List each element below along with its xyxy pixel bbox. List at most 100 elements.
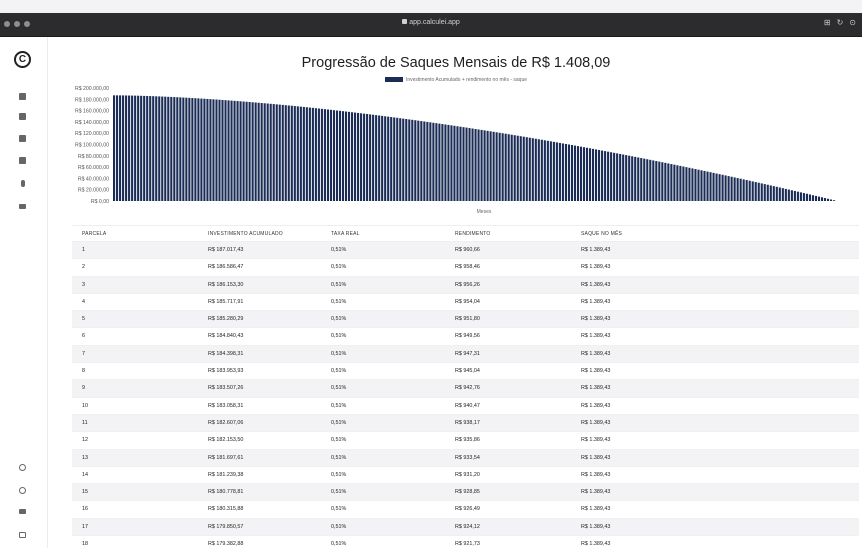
chart-bar[interactable]	[552, 141, 555, 201]
chart-bar[interactable]	[682, 166, 685, 201]
chart-bar[interactable]	[531, 138, 534, 201]
chart-bar[interactable]	[278, 104, 281, 201]
chart-bar[interactable]	[513, 135, 516, 201]
chart-bar[interactable]	[570, 145, 574, 201]
chart-bar[interactable]	[218, 99, 221, 201]
chart-bar[interactable]	[381, 115, 384, 201]
chart-bar[interactable]	[745, 180, 748, 201]
chart-bar[interactable]	[116, 95, 119, 201]
chart-bar[interactable]	[341, 111, 345, 201]
chart-bar[interactable]	[134, 95, 137, 201]
chart-bar[interactable]	[360, 113, 363, 201]
chart-bar[interactable]	[778, 187, 781, 202]
chart-bar[interactable]	[625, 155, 628, 201]
chart-bar[interactable]	[185, 97, 188, 201]
chart-bar[interactable]	[601, 150, 604, 201]
chart-bar[interactable]	[194, 98, 197, 201]
chart-bar[interactable]	[480, 129, 483, 201]
chart-bar[interactable]	[242, 101, 245, 201]
extensions-icon[interactable]: ⊞	[824, 18, 831, 27]
chart-bar[interactable]	[203, 98, 206, 201]
chart-bar[interactable]	[703, 170, 706, 201]
chart-bar[interactable]	[179, 97, 182, 201]
chart-bar[interactable]	[537, 139, 540, 201]
chart-bar[interactable]	[781, 188, 784, 201]
chart-bar[interactable]	[396, 117, 399, 201]
chart-bar[interactable]	[616, 153, 619, 201]
chart-bar[interactable]	[215, 99, 218, 201]
address-bar[interactable]: app.calculei.app	[0, 19, 862, 26]
chart-bar[interactable]	[456, 126, 459, 201]
chart-bar[interactable]	[408, 119, 411, 201]
chart-bar[interactable]	[260, 103, 263, 201]
chart-bar[interactable]	[329, 109, 333, 201]
whatsapp-icon[interactable]	[19, 487, 26, 494]
chart-bar[interactable]	[766, 184, 769, 201]
chart-bar[interactable]	[649, 159, 652, 201]
chart-bar[interactable]	[591, 148, 595, 201]
chart-bar[interactable]	[450, 125, 453, 201]
calculator-icon[interactable]	[19, 113, 26, 120]
chart-bar[interactable]	[363, 113, 366, 201]
chart-bar[interactable]	[453, 125, 456, 201]
chart-bar[interactable]	[754, 182, 757, 201]
chart-bar[interactable]	[122, 95, 125, 201]
chart-bar[interactable]	[742, 179, 745, 201]
chart-bar[interactable]	[588, 148, 592, 201]
chart-bar[interactable]	[119, 95, 122, 201]
chart-bar[interactable]	[724, 175, 727, 201]
chart-bar[interactable]	[155, 96, 158, 201]
chart-bar[interactable]	[224, 100, 227, 201]
chart-bar[interactable]	[149, 96, 152, 201]
chart-bar[interactable]	[619, 153, 622, 201]
chart-bar[interactable]	[152, 96, 155, 201]
chart-bar[interactable]	[441, 124, 444, 201]
chart-bar[interactable]	[510, 134, 513, 201]
chart-bar[interactable]	[784, 188, 787, 201]
chart-bar[interactable]	[622, 154, 625, 201]
chart-bar[interactable]	[299, 106, 302, 201]
chart-bar[interactable]	[661, 162, 664, 201]
download-icon[interactable]: ⊙	[849, 18, 856, 27]
chart-bar[interactable]	[281, 104, 284, 201]
chart-bar[interactable]	[763, 184, 766, 201]
chart-bar[interactable]	[308, 107, 311, 201]
chart-bar[interactable]	[579, 146, 583, 201]
chart-bar[interactable]	[435, 123, 438, 201]
user-circle-icon[interactable]	[19, 464, 26, 471]
chart-bar[interactable]	[598, 149, 601, 201]
chart-bar[interactable]	[305, 107, 308, 201]
chart-bar[interactable]	[712, 172, 715, 201]
chart-bar[interactable]	[131, 95, 134, 201]
chart-bar[interactable]	[266, 103, 269, 201]
chart-bar[interactable]	[522, 136, 525, 201]
chart-bar[interactable]	[323, 109, 326, 201]
app-logo[interactable]: C	[14, 51, 31, 68]
chart-bar[interactable]	[468, 128, 471, 201]
chart-bar[interactable]	[251, 102, 254, 201]
chart-bar[interactable]	[402, 118, 405, 201]
chart-bar[interactable]	[495, 132, 498, 201]
chart-bar[interactable]	[772, 186, 775, 201]
chart-bar[interactable]	[417, 120, 420, 201]
chart-bar[interactable]	[369, 114, 372, 201]
chart-bar[interactable]	[564, 143, 567, 201]
chart-bar[interactable]	[519, 136, 522, 201]
chart-bar[interactable]	[176, 97, 179, 201]
chart-bar[interactable]	[284, 105, 287, 201]
chart-bar[interactable]	[486, 130, 489, 201]
book-icon[interactable]	[19, 532, 26, 538]
chart-bar[interactable]	[221, 99, 224, 201]
chart-bar[interactable]	[727, 176, 730, 201]
chart-bar[interactable]	[287, 105, 290, 201]
chart-bar[interactable]	[664, 162, 667, 201]
chart-bar[interactable]	[769, 185, 772, 201]
chart-bar[interactable]	[634, 156, 637, 201]
chart-bar[interactable]	[326, 109, 329, 201]
chart-bar[interactable]	[275, 104, 278, 201]
chart-bar[interactable]	[652, 160, 655, 201]
chart-bar[interactable]	[170, 96, 173, 201]
chart-bar[interactable]	[314, 108, 317, 201]
chart-bar[interactable]	[128, 95, 131, 201]
chart-bar[interactable]	[444, 124, 447, 201]
